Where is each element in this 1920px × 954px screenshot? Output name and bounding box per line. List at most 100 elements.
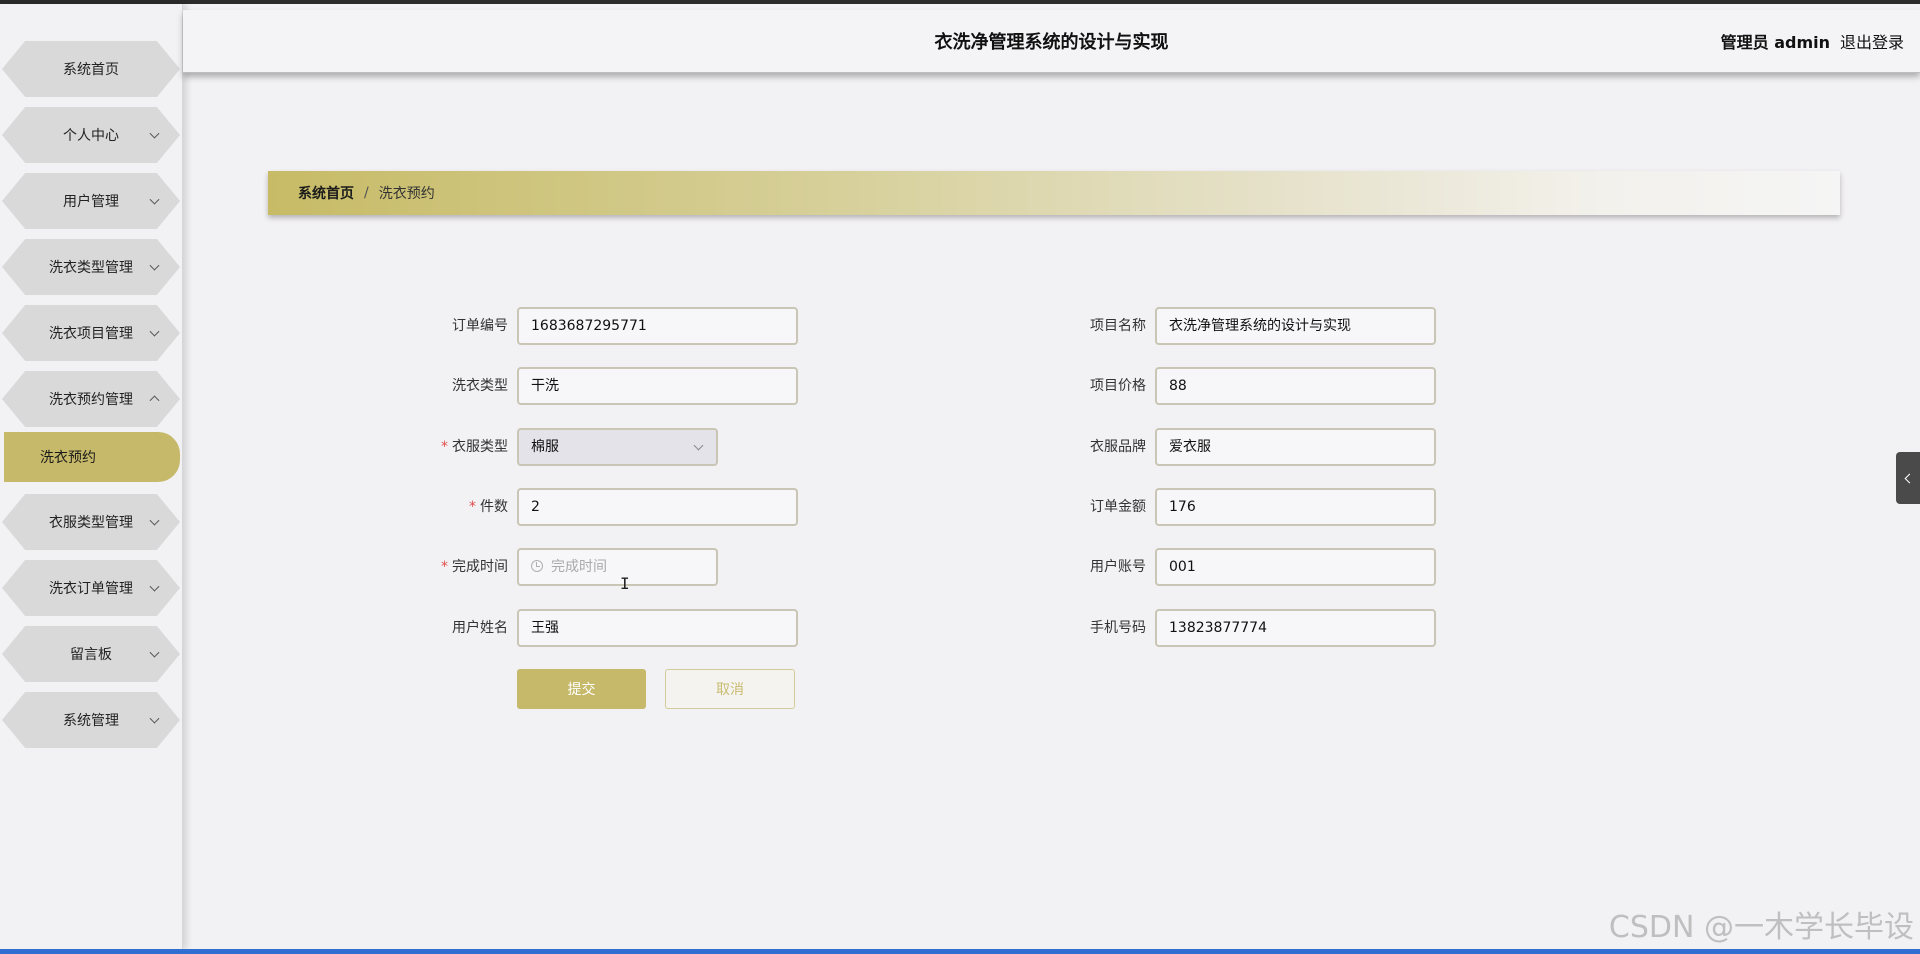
clothes-brand-field[interactable]: 爱衣服 [1155,428,1436,466]
cancel-button[interactable]: 取消 [665,669,795,709]
sidebar-item-label: 衣服类型管理 [49,515,133,531]
user-name-label: 用户姓名 [338,609,508,647]
order-amount-value: 176 [1169,499,1196,515]
clothes-brand-value: 爱衣服 [1169,439,1211,455]
required-mark: * [469,499,476,515]
sidebar-item-system-management[interactable]: 系统管理 [2,692,180,748]
sidebar-subitem-laundry-booking[interactable]: 洗衣预约 [4,432,180,482]
sidebar-subitem-label: 洗衣预约 [40,450,96,466]
sidebar: 系统首页 个人中心 用户管理 洗衣类型管理 洗衣项目管理 洗衣预约管理 洗衣预约… [0,4,183,949]
sidebar-item-label: 留言板 [70,647,112,663]
breadcrumb-home-link[interactable]: 系统首页 [298,183,354,203]
count-label: * 件数 [338,488,508,526]
breadcrumb: 系统首页 / 洗衣预约 [268,171,1840,215]
chevron-down-icon [149,128,160,139]
project-price-value: 88 [1169,378,1187,394]
label-text: 用户账号 [1090,559,1146,575]
chevron-down-icon [693,440,704,451]
laundry-type-label: 洗衣类型 [338,367,508,405]
label-text: 衣服品牌 [1090,439,1146,455]
sidebar-item-label: 洗衣预约管理 [49,392,133,408]
label-text: 项目价格 [1090,378,1146,394]
order-no-label: 订单编号 [338,307,508,345]
sidebar-item-personal-center[interactable]: 个人中心 [2,107,180,163]
project-price-label: 项目价格 [976,367,1146,405]
order-no-value: 1683687295771 [531,318,647,334]
chevron-down-icon [149,713,160,724]
chevron-down-icon [149,194,160,205]
breadcrumb-separator: / [364,185,369,201]
submit-button[interactable]: 提交 [517,669,646,709]
current-user: 管理员 admin [1720,33,1830,52]
sidebar-item-home[interactable]: 系统首页 [2,41,180,97]
label-text: 用户姓名 [452,620,508,636]
label-text: 订单金额 [1090,499,1146,515]
top-border [0,0,1920,4]
sidebar-item-laundry-type-management[interactable]: 洗衣类型管理 [2,239,180,295]
label-text: 洗衣类型 [452,378,508,394]
project-price-field[interactable]: 88 [1155,367,1436,405]
laundry-type-field[interactable]: 干洗 [517,367,798,405]
logout-link[interactable]: 退出登录 [1840,29,1904,53]
sidebar-item-label: 个人中心 [63,128,119,144]
sidebar-item-label: 洗衣项目管理 [49,326,133,342]
sidebar-item-label: 系统首页 [63,62,119,78]
order-no-field[interactable]: 1683687295771 [517,307,798,345]
top-header: 衣洗净管理系统的设计与实现 管理员 admin 退出登录 [183,10,1920,73]
phone-value: 13823877774 [1169,620,1267,636]
project-name-field[interactable]: 衣洗净管理系统的设计与实现 [1155,307,1436,345]
sidebar-item-label: 系统管理 [63,713,119,729]
side-panel-toggle[interactable] [1896,452,1920,504]
chevron-up-icon [149,395,160,406]
clothes-type-label: * 衣服类型 [338,428,508,466]
sidebar-item-laundry-order-management[interactable]: 洗衣订单管理 [2,560,180,616]
laundry-type-value: 干洗 [531,378,559,394]
count-value: 2 [531,499,540,515]
chevron-left-icon [1904,473,1915,483]
clothes-type-value: 棉服 [531,439,559,455]
user-name-value: 王强 [531,620,559,636]
user-name-field[interactable]: 王强 [517,609,798,647]
phone-label: 手机号码 [976,609,1146,647]
required-mark: * [441,439,448,455]
project-name-label: 项目名称 [976,307,1146,345]
user-account-label: 用户账号 [976,548,1146,586]
label-text: 件数 [480,499,508,515]
label-text: 完成时间 [452,559,508,575]
order-amount-label: 订单金额 [976,488,1146,526]
chevron-down-icon [149,647,160,658]
clothes-brand-label: 衣服品牌 [976,428,1146,466]
label-text: 项目名称 [1090,318,1146,334]
label-text: 订单编号 [452,318,508,334]
finish-time-picker[interactable]: 完成时间 [517,548,718,586]
count-field[interactable]: 2 [517,488,798,526]
sidebar-item-clothes-type-management[interactable]: 衣服类型管理 [2,494,180,550]
order-amount-field[interactable]: 176 [1155,488,1436,526]
finish-time-placeholder: 完成时间 [551,559,607,575]
label-text: 手机号码 [1090,620,1146,636]
sidebar-item-user-management[interactable]: 用户管理 [2,173,180,229]
sidebar-item-label: 洗衣类型管理 [49,260,133,276]
text-cursor-icon: I [620,574,630,593]
phone-field[interactable]: 13823877774 [1155,609,1436,647]
clock-icon [531,560,543,572]
chevron-down-icon [149,260,160,271]
clothes-type-select[interactable]: 棉服 [517,428,718,466]
breadcrumb-current: 洗衣预约 [378,186,435,202]
watermark: CSDN @一木学长毕设 [1608,910,1914,945]
sidebar-item-label: 用户管理 [63,194,119,210]
sidebar-item-message-board[interactable]: 留言板 [2,626,180,682]
app-title: 衣洗净管理系统的设计与实现 [934,32,1169,53]
chevron-down-icon [149,515,160,526]
required-mark: * [441,559,448,575]
sidebar-item-laundry-project-management[interactable]: 洗衣项目管理 [2,305,180,361]
app-window: 系统首页 个人中心 用户管理 洗衣类型管理 洗衣项目管理 洗衣预约管理 洗衣预约… [0,0,1920,954]
finish-time-label: * 完成时间 [338,548,508,586]
user-account-value: 001 [1169,559,1196,575]
bottom-border [0,949,1920,954]
chevron-down-icon [149,326,160,337]
project-name-value: 衣洗净管理系统的设计与实现 [1169,318,1351,334]
user-account-field[interactable]: 001 [1155,548,1436,586]
sidebar-item-laundry-booking-management[interactable]: 洗衣预约管理 [2,371,180,427]
sidebar-item-label: 洗衣订单管理 [49,581,133,597]
